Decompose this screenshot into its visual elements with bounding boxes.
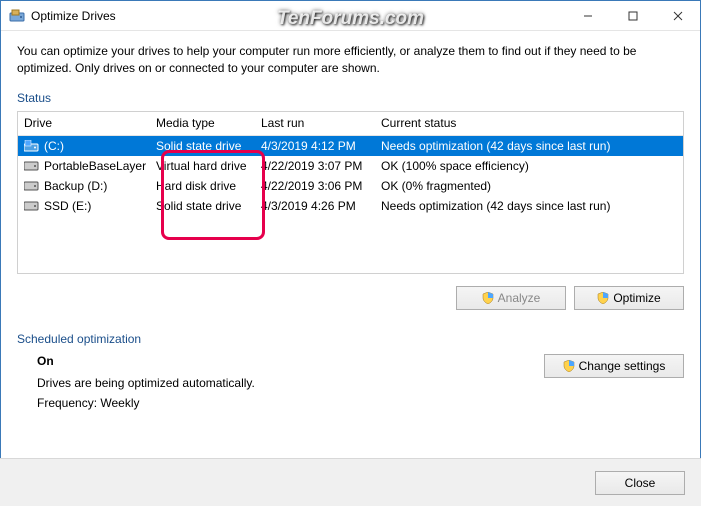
drive-icon — [24, 200, 40, 212]
last-run: 4/3/2019 4:26 PM — [255, 197, 375, 215]
sched-desc: Drives are being optimized automatically… — [37, 376, 524, 390]
col-media[interactable]: Media type — [150, 112, 255, 135]
drive-icon — [24, 180, 40, 192]
table-row[interactable]: (C:) Solid state drive4/3/2019 4:12 PMNee… — [18, 136, 683, 156]
app-icon — [9, 8, 25, 24]
footer: Close — [0, 458, 701, 506]
status-label: Status — [17, 91, 684, 105]
titlebar: Optimize Drives — [1, 1, 700, 31]
drive-name: Backup (D:) — [44, 179, 107, 193]
table-row[interactable]: PortableBaseLayer ..Virtual hard drive4/… — [18, 156, 683, 176]
window-title: Optimize Drives — [31, 9, 565, 23]
scheduled-section: Scheduled optimization On Drives are bei… — [17, 332, 684, 416]
current-status: OK (100% space efficiency) — [375, 157, 683, 175]
optimize-label: Optimize — [613, 291, 660, 305]
sched-label: Scheduled optimization — [17, 332, 684, 346]
sched-freq: Frequency: Weekly — [37, 396, 524, 410]
window-controls — [565, 1, 700, 30]
shield-icon — [563, 360, 575, 372]
sched-text: On Drives are being optimized automatica… — [17, 354, 524, 416]
drive-name: (C:) — [44, 139, 64, 153]
current-status: Needs optimization (42 days since last r… — [375, 197, 683, 215]
col-status[interactable]: Current status — [375, 112, 683, 135]
shield-icon — [482, 292, 494, 304]
analyze-button[interactable]: Analyze — [456, 286, 566, 310]
change-settings-button[interactable]: Change settings — [544, 354, 684, 378]
minimize-button[interactable] — [565, 1, 610, 30]
last-run: 4/3/2019 4:12 PM — [255, 137, 375, 155]
drive-icon — [24, 160, 40, 172]
col-drive[interactable]: Drive — [18, 112, 150, 135]
close-label: Close — [625, 476, 656, 490]
current-status: Needs optimization (42 days since last r… — [375, 137, 683, 155]
intro-text: You can optimize your drives to help you… — [17, 43, 684, 77]
drive-list: Drive Media type Last run Current status… — [17, 111, 684, 274]
column-headers: Drive Media type Last run Current status — [18, 112, 683, 136]
maximize-button[interactable] — [610, 1, 655, 30]
last-run: 4/22/2019 3:07 PM — [255, 157, 375, 175]
last-run: 4/22/2019 3:06 PM — [255, 177, 375, 195]
media-type: Solid state drive — [150, 137, 255, 155]
drive-icon — [24, 140, 40, 152]
change-label: Change settings — [579, 359, 666, 373]
table-row[interactable]: SSD (E:) Solid state drive4/3/2019 4:26 P… — [18, 196, 683, 216]
current-status: OK (0% fragmented) — [375, 177, 683, 195]
table-row[interactable]: Backup (D:) Hard disk drive4/22/2019 3:06… — [18, 176, 683, 196]
shield-icon — [597, 292, 609, 304]
media-type: Solid state drive — [150, 197, 255, 215]
drive-name: SSD (E:) — [44, 199, 91, 213]
analyze-label: Analyze — [498, 291, 541, 305]
sched-on: On — [37, 354, 524, 368]
drive-name: PortableBaseLayer .. — [44, 159, 150, 173]
media-type: Virtual hard drive — [150, 157, 255, 175]
content-area: You can optimize your drives to help you… — [1, 31, 700, 428]
action-buttons: Analyze Optimize — [17, 286, 684, 310]
media-type: Hard disk drive — [150, 177, 255, 195]
close-button[interactable] — [655, 1, 700, 30]
optimize-button[interactable]: Optimize — [574, 286, 684, 310]
col-last[interactable]: Last run — [255, 112, 375, 135]
close-dialog-button[interactable]: Close — [595, 471, 685, 495]
